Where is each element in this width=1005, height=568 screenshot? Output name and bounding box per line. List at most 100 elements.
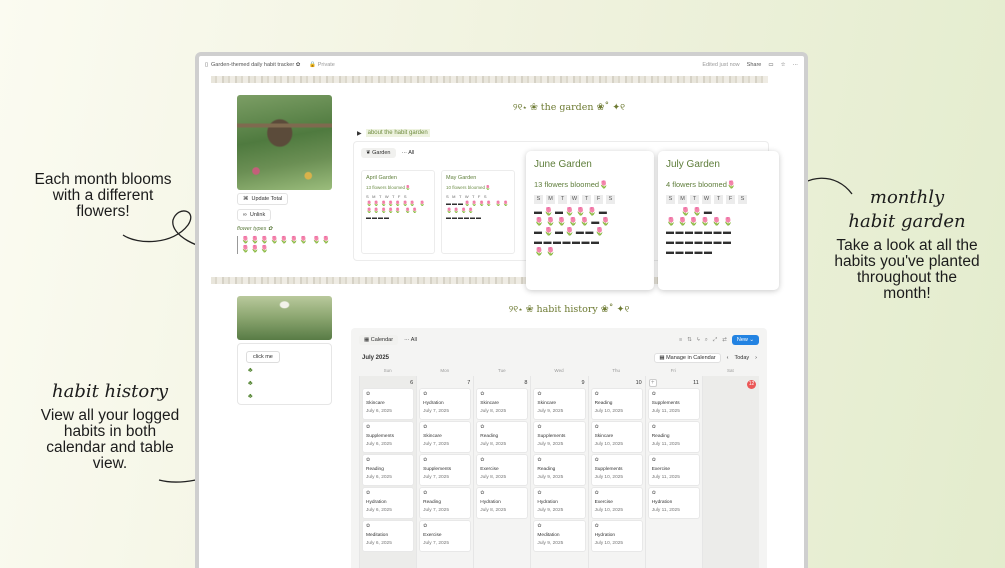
garden-card-june[interactable]: June Garden 13 flowers bloomed🌷 SMTWTFS … (526, 151, 654, 290)
weekday-label: Thu (612, 368, 621, 373)
search-icon[interactable]: ⌕ (705, 337, 708, 344)
flower-icon: ✿ (594, 391, 599, 397)
tab-all[interactable]: ··· All (402, 150, 415, 156)
new-button[interactable]: New ⌄ (731, 335, 759, 345)
habit-entry-card[interactable]: ✿ Hydration July 11, 2025 (648, 488, 699, 518)
may-flower-grid: ▬▬▬🌷🌷🌷🌷 🌷🌷🌷🌷🌷🌷 ▬▬▬▬▬▬ (446, 201, 510, 221)
link-icon: ∞ (243, 212, 247, 218)
flower-types-label: flower types ✿ (237, 226, 273, 232)
flower-icon: ✿ (537, 490, 542, 496)
calendar-day-column[interactable]: 12 (701, 376, 759, 568)
habit-entry-card[interactable]: ✿ Hydration July 8, 2025 (477, 488, 528, 518)
habit-name: Supplements (366, 434, 394, 439)
tab-calendar[interactable]: ▦ Calendar (359, 335, 399, 345)
unlink-button[interactable]: ∞ Unlink (237, 209, 272, 221)
habit-name: Reading (594, 401, 613, 406)
weekday-header: Sun Mon Tue Wed Thu Fri Sat (359, 368, 759, 373)
garden-card-april[interactable]: April Garden 13 flowers bloomed🌷 S M T W… (361, 170, 435, 254)
garden-heading: ୨୧⋆ ❀ the garden ❀˚ ✦୧ (512, 102, 626, 113)
history-heading: ୨୧⋆ ❀ habit history ❀˚ ✦୧ (508, 304, 630, 315)
flower-icon: ✿ (423, 391, 428, 397)
habit-date: July 7, 2025 (423, 409, 450, 414)
habit-name: Hydration (423, 401, 444, 406)
manage-calendar-button[interactable]: ▦ Manage in Calendar (654, 353, 721, 363)
calendar-day-column[interactable]: 9 ✿ Skincare July 9, 2025 ✿ Supplements July 9… (530, 376, 587, 568)
garden-card-july[interactable]: July Garden 4 flowers bloomed🌷 SMTWTFS 🌷… (658, 151, 779, 290)
habit-date: July 7, 2025 (423, 475, 450, 480)
flower-icon: ✿ (423, 523, 428, 529)
habit-entry-card[interactable]: ✿ Reading July 10, 2025 (591, 389, 642, 419)
breadcrumb[interactable]: ▯ Garden-themed daily habit tracker ✿ 🔒 … (205, 62, 335, 68)
habit-entry-card[interactable]: ✿ Meditation July 9, 2025 (534, 521, 585, 551)
calendar-day-column[interactable]: 10 ✿ Reading July 10, 2025 ✿ Skincare July 10,… (587, 376, 645, 568)
habit-entry-card[interactable]: ✿ Exercise July 11, 2025 (648, 455, 699, 485)
habit-entry-card[interactable]: ✿ Supplements July 9, 2025 (534, 422, 585, 452)
habit-entry-card[interactable]: ✿ Reading July 11, 2025 (648, 422, 699, 452)
habit-entry-card[interactable]: ✿ Skincare July 9, 2025 (534, 389, 585, 419)
habit-entry-card[interactable]: ✿ Exercise July 8, 2025 (477, 455, 528, 485)
habit-entry-card[interactable]: ✿ Skincare July 6, 2025 (363, 389, 414, 419)
habit-name: Hydration (480, 500, 501, 505)
more-icon[interactable]: ··· (793, 62, 799, 68)
annotation-history-title: habit history (52, 381, 168, 402)
habit-entry-card[interactable]: ✿ Reading July 7, 2025 (420, 488, 471, 518)
habit-date: July 9, 2025 (537, 442, 564, 447)
flower-icon: ✿ (651, 391, 656, 397)
habit-date: July 10, 2025 (594, 541, 624, 546)
flower-icon: ✿ (537, 457, 542, 463)
habit-name: Exercise (480, 467, 499, 472)
habit-name: Reading (651, 434, 670, 439)
privacy-label: 🔒 Private (309, 61, 335, 68)
weekday-label: Mon (440, 368, 450, 373)
habit-name: Skincare (423, 434, 442, 439)
next-arrow-icon[interactable]: › (755, 355, 757, 361)
habit-entry-card[interactable]: ✿ Hydration July 10, 2025 (591, 521, 642, 551)
habit-entry-card[interactable]: ✿ Skincare July 10, 2025 (591, 422, 642, 452)
about-toggle[interactable]: ▶ about the habit garden (357, 129, 430, 137)
habit-entry-card[interactable]: ✿ Supplements July 6, 2025 (363, 422, 414, 452)
share-button[interactable]: Share (747, 62, 762, 68)
habit-entry-card[interactable]: ✿ Supplements July 11, 2025 (648, 389, 699, 419)
flower-icon: ✿ (651, 457, 656, 463)
habit-entry-card[interactable]: ✿ Hydration July 9, 2025 (534, 488, 585, 518)
habit-entry-card[interactable]: ✿ Exercise July 7, 2025 (420, 521, 471, 551)
prev-arrow-icon[interactable]: ‹ (727, 355, 729, 361)
habit-entry-card[interactable]: ✿ Meditation July 6, 2025 (363, 521, 414, 551)
expand-icon[interactable]: ⤢ (713, 337, 717, 344)
habit-date: July 9, 2025 (537, 508, 564, 513)
comment-icon[interactable]: ▭ (768, 62, 773, 68)
add-event-icon[interactable]: + (648, 379, 657, 387)
habit-entry-card[interactable]: ✿ Reading July 9, 2025 (534, 455, 585, 485)
filter-icon[interactable]: ≡ (679, 337, 682, 343)
habit-entry-card[interactable]: ✿ Exercise July 10, 2025 (591, 488, 642, 518)
habit-entry-card[interactable]: ✿ Skincare July 7, 2025 (420, 422, 471, 452)
habit-entry-card[interactable]: ✿ Supplements July 10, 2025 (591, 455, 642, 485)
calendar-day-column[interactable]: 8 ✿ Skincare July 8, 2025 ✿ Reading July 8, 20… (473, 376, 530, 568)
click-me-button[interactable]: click me (246, 351, 280, 363)
garden-card-may[interactable]: May Garden 10 flowers bloomed🌷 S M T W T… (441, 170, 515, 254)
day-number: 10 (635, 380, 642, 386)
tab-garden[interactable]: ❦ Garden (361, 148, 396, 158)
update-total-button[interactable]: ⌘ Update Total (237, 193, 289, 205)
calendar-day-column[interactable]: 7 ✿ Hydration July 7, 2025 ✿ Skincare July 7, … (416, 376, 473, 568)
flower-icon: ✿ (651, 424, 656, 430)
habit-date: July 8, 2025 (480, 409, 507, 414)
habit-name: Hydration (651, 500, 673, 505)
habit-entry-card[interactable]: ✿ Reading July 6, 2025 (363, 455, 414, 485)
habit-entry-card[interactable]: ✿ Supplements July 7, 2025 (420, 455, 471, 485)
today-button[interactable]: Today (734, 355, 749, 361)
sort-icon[interactable]: ⇅ (687, 337, 692, 343)
habit-entry-card[interactable]: ✿ Hydration July 6, 2025 (363, 488, 414, 518)
calendar-day-column[interactable]: 11 + ✿ Supplements July 11, 2025 ✿ Reading July… (644, 376, 702, 568)
settings-icon[interactable]: ⇄ (722, 337, 727, 343)
habit-entry-card[interactable]: ✿ Hydration July 7, 2025 (420, 389, 471, 419)
flower-icon: ✿ (480, 490, 485, 496)
tab-all-history[interactable]: ··· All (404, 337, 417, 343)
habit-date: July 6, 2025 (366, 541, 392, 546)
habit-entry-card[interactable]: ✿ Skincare July 8, 2025 (477, 389, 528, 419)
star-icon[interactable]: ☆ (781, 62, 786, 68)
calendar-day-column[interactable]: 6 ✿ Skincare July 6, 2025 ✿ Supplements July 6… (359, 376, 417, 568)
habit-entry-card[interactable]: ✿ Reading July 8, 2025 (477, 422, 528, 452)
day-number: 7 (467, 380, 471, 386)
lightning-icon[interactable]: ϟ (697, 337, 700, 343)
